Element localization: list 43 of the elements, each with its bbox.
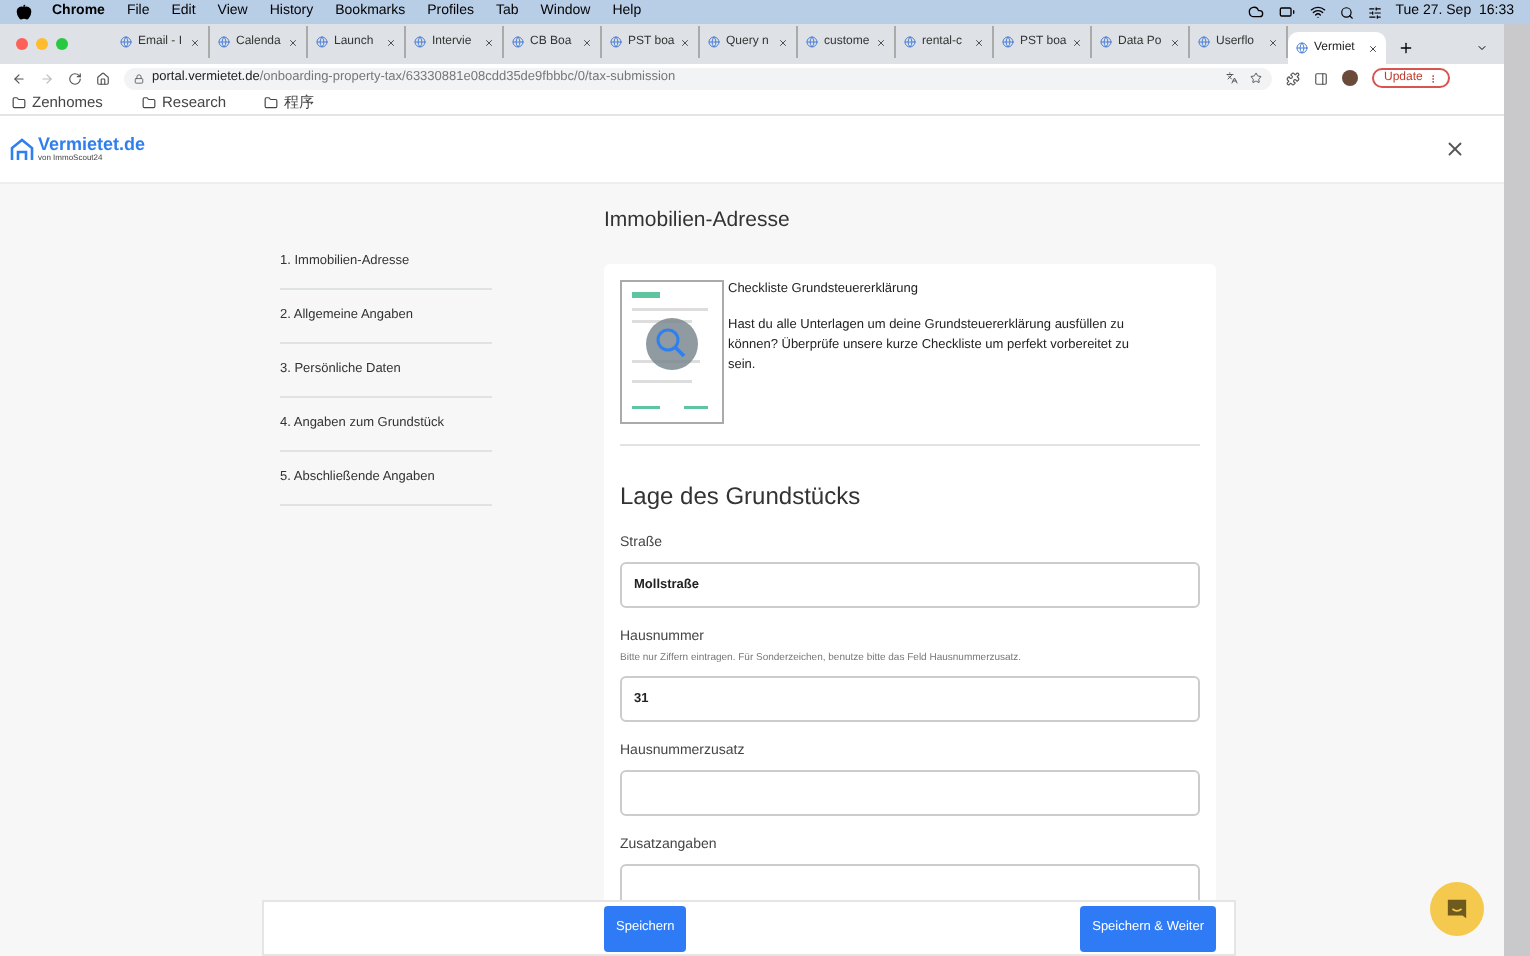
battery-icon[interactable] (1277, 4, 1296, 20)
site-logo[interactable]: Vermietet.de (38, 136, 146, 154)
tab-search-icon[interactable] (1476, 42, 1488, 54)
chat-icon (1446, 898, 1468, 920)
section-title: Lage des Grundstücks (620, 479, 863, 514)
globe-icon (218, 36, 230, 48)
globe-icon (1100, 36, 1112, 48)
profile-avatar[interactable] (1342, 70, 1358, 86)
cloud-icon[interactable] (1247, 4, 1264, 20)
globe-icon (610, 36, 622, 48)
checklist-preview-drawing[interactable] (620, 279, 724, 424)
extensions-icon[interactable] (1286, 71, 1300, 85)
bookmark-star-icon[interactable] (1250, 72, 1262, 84)
globe-icon (1198, 36, 1210, 48)
back-icon[interactable] (12, 71, 26, 85)
globe-icon (1296, 42, 1308, 54)
side-panel-icon[interactable] (1314, 71, 1328, 85)
globe-icon (316, 36, 328, 48)
globe-icon (806, 36, 818, 48)
new-tab-icon[interactable] (1398, 40, 1414, 56)
globe-icon (120, 36, 132, 48)
globe-icon (708, 36, 720, 48)
globe-icon (512, 36, 524, 48)
page-title: Immobilien-Adresse (604, 206, 792, 236)
folder-icon (12, 96, 26, 110)
lock-icon (134, 73, 144, 83)
input-field[interactable] (620, 769, 1200, 816)
wifi-icon[interactable] (1309, 4, 1326, 20)
globe-icon (904, 36, 916, 48)
chat-button[interactable] (1430, 882, 1484, 936)
reload-icon[interactable] (68, 71, 82, 85)
apple-logo-icon[interactable] (16, 4, 32, 20)
close-icon[interactable] (1444, 138, 1466, 160)
folder-icon (264, 96, 279, 110)
house-logo-icon[interactable] (10, 137, 34, 161)
search-icon[interactable] (1339, 5, 1354, 19)
folder-icon (142, 96, 157, 110)
globe-icon (414, 36, 426, 48)
home-icon[interactable] (96, 71, 110, 85)
translate-icon[interactable] (1226, 72, 1238, 84)
control-center-icon[interactable] (1367, 5, 1382, 19)
globe-icon (1002, 36, 1014, 48)
input-field[interactable] (620, 863, 1200, 900)
